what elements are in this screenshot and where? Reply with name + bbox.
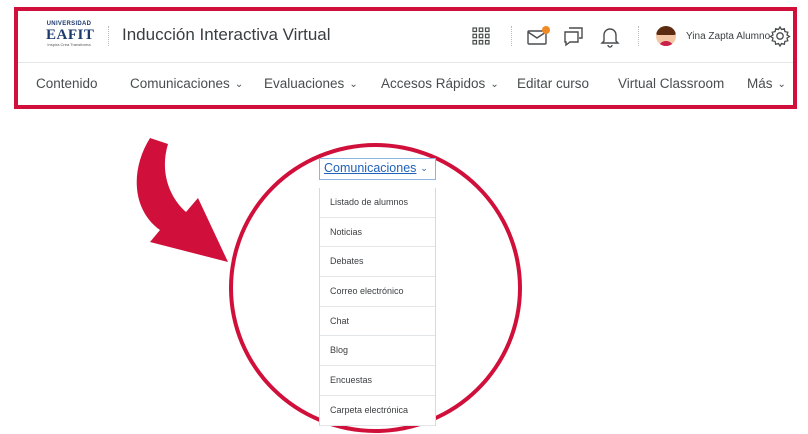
menu-item-noticias[interactable]: Noticias (320, 218, 435, 248)
menu-item-debates[interactable]: Debates (320, 247, 435, 278)
chevron-down-icon: ⌄ (234, 79, 244, 90)
notification-dot (542, 26, 550, 34)
eafit-logo[interactable]: UNIVERSIDAD EAFIT Inspira Crea Transform… (46, 21, 95, 49)
nav-item-comunicaciones[interactable]: Comunicaciones ⌄ (130, 76, 243, 91)
nav-item-contenido[interactable]: Contenido (36, 76, 98, 91)
comunicaciones-dropdown-trigger[interactable]: Comunicaciones ⌄ (319, 158, 436, 180)
logo-line3: Inspira Crea Transforma (47, 42, 91, 47)
divider (108, 26, 110, 46)
divider (511, 26, 513, 46)
nav-item-label: Comunicaciones (130, 76, 230, 91)
nav-item-mas[interactable]: Más ⌄ (747, 76, 786, 91)
nav-item-editar-curso[interactable]: Editar curso (517, 76, 589, 91)
chevron-down-icon: ⌄ (490, 79, 499, 90)
nav-item-label: Evaluaciones (264, 76, 345, 91)
nav-item-virtual-classroom[interactable]: Virtual Classroom (618, 76, 724, 91)
nav-item-accesos-rapidos[interactable]: Accesos Rápidos ⌄ (381, 76, 499, 91)
divider (638, 26, 640, 46)
grid-icon[interactable] (469, 24, 493, 48)
menu-item-encuestas[interactable]: Encuestas (320, 366, 435, 396)
nav-item-evaluaciones[interactable]: Evaluaciones ⌄ (264, 76, 358, 91)
chat-icon[interactable] (562, 24, 586, 48)
course-title[interactable]: Inducción Interactiva Virtual (122, 25, 331, 45)
top-bar: UNIVERSIDAD EAFIT Inspira Crea Transform… (18, 11, 793, 63)
bell-icon[interactable] (598, 24, 622, 48)
user-name[interactable]: Yina Zapta Alumno (686, 31, 770, 42)
avatar[interactable] (656, 26, 676, 46)
menu-item-chat[interactable]: Chat (320, 307, 435, 337)
chevron-down-icon: ⌄ (349, 79, 358, 90)
chevron-down-icon: ⌄ (777, 79, 786, 90)
menu-item-listado-alumnos[interactable]: Listado de alumnos (320, 188, 435, 218)
nav-item-label: Editar curso (517, 76, 590, 91)
nav-item-label: Virtual Classroom (618, 76, 725, 91)
nav-item-label: Contenido (36, 76, 98, 91)
dropdown-trigger-label: Comunicaciones (324, 161, 417, 175)
menu-item-carpeta-electronica[interactable]: Carpeta electrónica (320, 396, 435, 426)
menu-item-blog[interactable]: Blog (320, 336, 435, 367)
comunicaciones-menu: Listado de alumnos Noticias Debates Corr… (319, 188, 436, 426)
menu-item-correo-electronico[interactable]: Correo electrónico (320, 277, 435, 307)
nav-item-label: Más (747, 76, 773, 91)
chevron-down-icon: ⌄ (420, 163, 428, 173)
gear-icon[interactable] (768, 24, 792, 48)
mail-icon[interactable] (526, 24, 550, 48)
course-navbar: Contenido Comunicaciones ⌄ Evaluaciones ⌄ … (18, 63, 793, 107)
curved-arrow-icon (136, 138, 228, 262)
logo-line2: EAFIT (46, 27, 95, 43)
highlighted-header: UNIVERSIDAD EAFIT Inspira Crea Transform… (14, 7, 797, 109)
nav-item-label: Accesos Rápidos (381, 76, 486, 91)
